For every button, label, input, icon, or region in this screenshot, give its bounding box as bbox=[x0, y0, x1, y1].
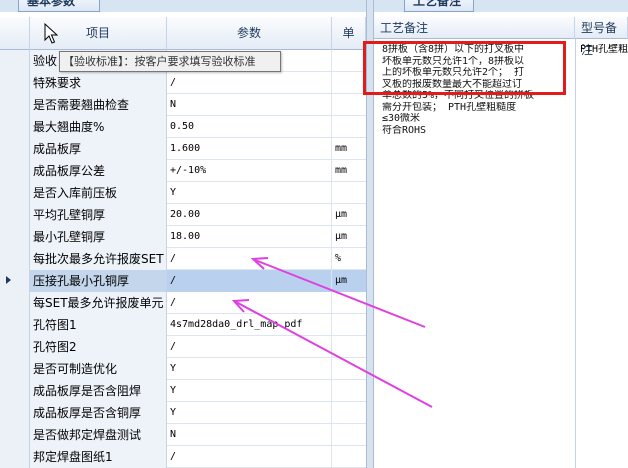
annotation-arrows bbox=[231, 257, 433, 408]
annotation-arrow-1 bbox=[250, 257, 426, 328]
annotation-arrow-2 bbox=[231, 299, 433, 408]
